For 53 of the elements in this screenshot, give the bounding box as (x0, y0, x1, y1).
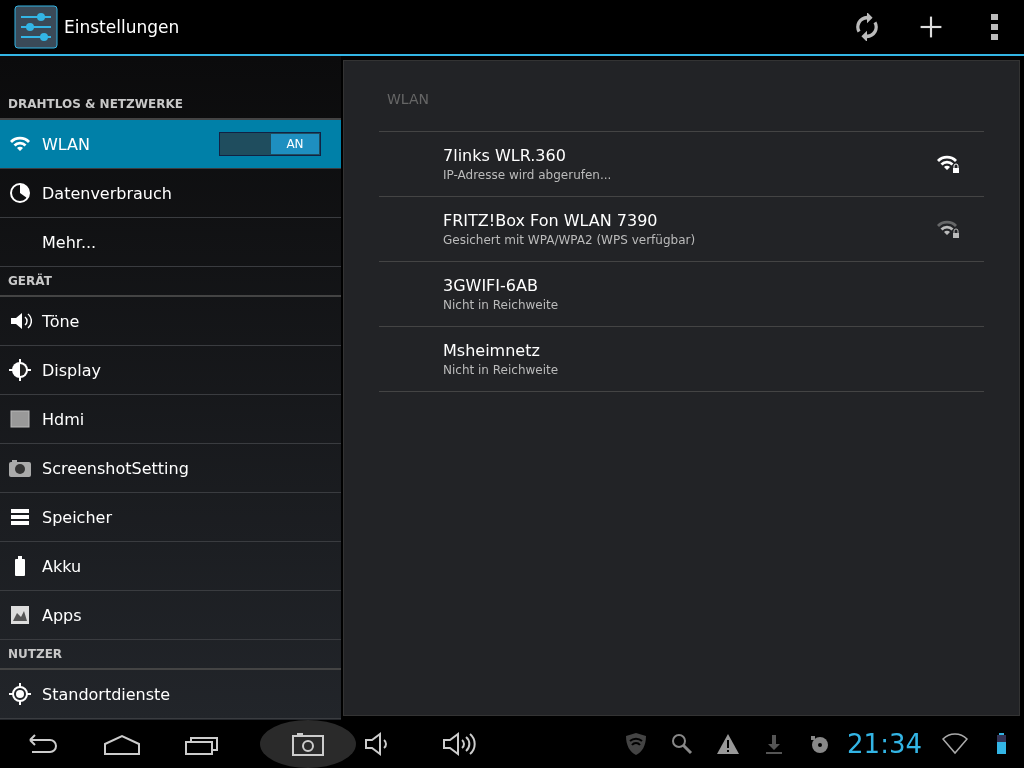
wifi-outline-icon (942, 731, 968, 757)
network-item[interactable]: 7links WLR.360 IP-Adresse wird abgerufen... (379, 132, 984, 197)
settings-item[interactable]: Akku (0, 542, 341, 591)
refresh-icon (853, 13, 881, 41)
brightness-icon (8, 358, 32, 382)
wifi-lock-icon (936, 219, 960, 239)
settings-item[interactable]: Mehr... (0, 218, 341, 267)
settings-item[interactable]: Speicher (0, 493, 341, 542)
pie-chart-icon (8, 181, 32, 205)
settings-sliders-icon (14, 5, 58, 49)
network-status: IP-Adresse wird abgerufen... (443, 168, 613, 182)
section-header: GERÄT (8, 274, 52, 288)
settings-item[interactable]: ScreenshotSetting (0, 444, 341, 493)
network-name: 3GWIFI-6AB (443, 276, 539, 295)
settings-item[interactable]: Datenverbrauch (0, 169, 341, 218)
item-label: Töne (42, 311, 80, 331)
settings-item[interactable]: WLAN AN (0, 120, 341, 169)
toggle-switch[interactable]: AN (219, 132, 321, 156)
section-header: NUTZER (8, 647, 63, 661)
wifi-lock-icon (936, 154, 960, 174)
clock: 21:34 (847, 729, 922, 759)
apps-icon (8, 603, 32, 627)
item-label: Hdmi (42, 409, 85, 429)
item-label: Standortdienste (42, 684, 171, 704)
item-label: ScreenshotSetting (42, 458, 189, 478)
screen-icon (8, 407, 32, 431)
network-name: 7links WLR.360 (443, 146, 567, 165)
settings-item[interactable]: Display (0, 346, 341, 395)
item-label: WLAN (42, 134, 90, 154)
settings-item[interactable]: Hdmi (0, 395, 341, 444)
plus-icon (918, 14, 944, 40)
section-header: DRAHTLOS & NETZWERKE (8, 97, 183, 111)
network-item[interactable]: FRITZ!Box Fon WLAN 7390 Gesichert mit WPA/WPA2 (WPS verfügbar) (379, 197, 984, 262)
network-status: Nicht in Reichweite (443, 363, 560, 377)
item-label: Mehr... (42, 232, 97, 252)
settings-item[interactable]: Töne (0, 297, 341, 346)
network-status: Nicht in Reichweite (443, 298, 560, 312)
network-name: Msheimnetz (443, 341, 541, 360)
settings-item[interactable]: Standortdienste (0, 670, 341, 719)
item-label: Speicher (42, 507, 112, 527)
network-status: Gesichert mit WPA/WPA2 (WPS verfügbar) (443, 233, 697, 247)
location-target-icon (8, 682, 32, 706)
item-label: Display (42, 360, 101, 380)
menu-icon (991, 14, 999, 40)
panel-title: WLAN (386, 91, 430, 107)
item-label: Akku (42, 556, 82, 576)
network-item[interactable]: Msheimnetz Nicht in Reichweite (379, 327, 984, 392)
network-name: FRITZ!Box Fon WLAN 7390 (443, 211, 659, 230)
item-label: Apps (42, 605, 82, 625)
settings-item[interactable]: Apps (0, 591, 341, 640)
item-label: Datenverbrauch (42, 183, 172, 203)
network-item[interactable]: 3GWIFI-6AB Nicht in Reichweite (379, 262, 984, 327)
app-title: Einstellungen (64, 17, 181, 37)
